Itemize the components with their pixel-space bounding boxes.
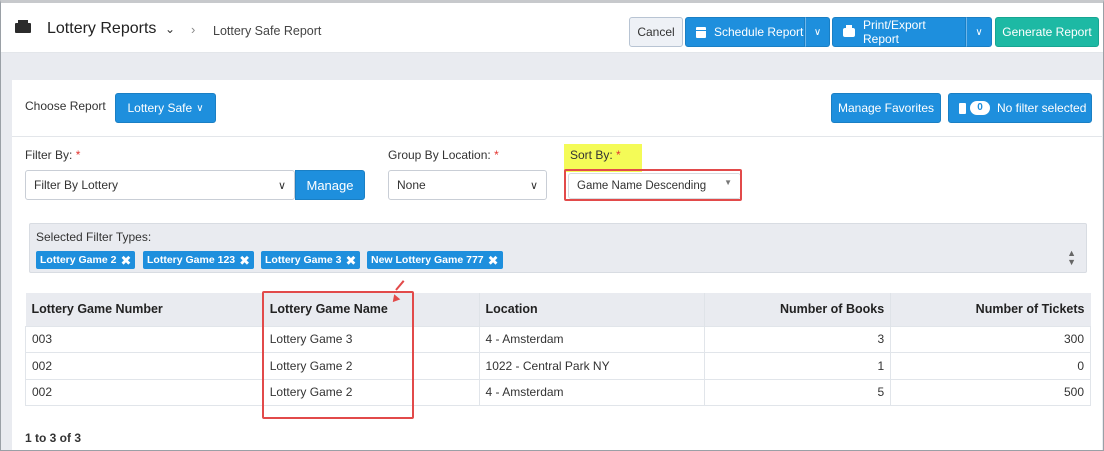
- filter-by-value: Filter By Lottery: [34, 178, 119, 192]
- manage-favorites-button[interactable]: Manage Favorites: [831, 93, 941, 123]
- table-row[interactable]: 002 Lottery Game 2 1022 - Central Park N…: [25, 352, 1091, 380]
- table-cell: 4 - Amsterdam: [478, 378, 706, 406]
- filter-chip: Lottery Game 2 ✖: [36, 251, 136, 269]
- table-cell: Lottery Game 3: [262, 325, 480, 353]
- table-cell: 1022 - Central Park NY: [478, 352, 706, 380]
- breadcrumb-separator-icon: ›: [191, 22, 196, 37]
- filter-chip: Lottery Game 3 ✖: [261, 251, 361, 269]
- app-frame: Lottery Reports ⌄ › Lottery Safe Report …: [0, 0, 1104, 451]
- filter-status-button[interactable]: 0 No filter selected: [948, 93, 1092, 123]
- caret-down-icon: ▼: [724, 178, 732, 187]
- table-cell: 3: [704, 325, 892, 353]
- printer-icon: [843, 24, 855, 37]
- filter-count-badge: 0: [970, 101, 990, 115]
- chevron-down-icon: ∨: [277, 180, 286, 192]
- selected-filters-title: Selected Filter Types:: [36, 230, 152, 244]
- column-header[interactable]: Lottery Game Name: [263, 293, 480, 326]
- schedule-report-dropdown[interactable]: ∨: [805, 17, 830, 47]
- choose-report-value: Lottery Safe: [127, 101, 193, 115]
- filter-by-label: Filter By: *: [25, 148, 80, 162]
- table-cell: 5: [704, 378, 892, 406]
- schedule-report-label: Schedule Report: [714, 25, 804, 39]
- filter-chip-label: New Lottery Game 777: [371, 254, 484, 266]
- table-cell: 1: [704, 352, 892, 380]
- column-header[interactable]: Number of Books: [704, 293, 892, 326]
- schedule-report-button[interactable]: Schedule Report: [685, 17, 805, 47]
- choose-report-label: Choose Report: [25, 99, 106, 113]
- scroll-arrows-icon[interactable]: ▲ ▼: [1067, 249, 1076, 267]
- filter-chip: Lottery Game 123 ✖: [143, 251, 255, 269]
- print-export-dropdown[interactable]: ∨: [966, 17, 992, 47]
- sort-by-select[interactable]: Game Name Descending ▼: [568, 173, 741, 199]
- group-by-label-text: Group By Location:: [388, 148, 491, 162]
- sort-by-label: Sort By: *: [564, 144, 642, 172]
- table-cell: 002: [25, 378, 264, 406]
- column-header[interactable]: Location: [479, 293, 706, 326]
- sort-by-value: Game Name Descending: [577, 180, 707, 192]
- table-cell: 300: [890, 325, 1091, 353]
- filter-chip-label: Lottery Game 3: [265, 254, 342, 266]
- table-cell: Lottery Game 2: [262, 352, 480, 380]
- table-cell: 4 - Amsterdam: [478, 325, 706, 353]
- table-cell: 0: [890, 352, 1091, 380]
- remove-icon[interactable]: ✖: [488, 254, 499, 267]
- paging-summary: 1 to 3 of 3: [25, 431, 82, 445]
- generate-report-button[interactable]: Generate Report: [995, 17, 1099, 47]
- filter-chip: New Lottery Game 777 ✖: [367, 251, 503, 269]
- cancel-button[interactable]: Cancel: [629, 17, 683, 47]
- print-export-label: Print/Export Report: [863, 18, 926, 46]
- ticket-icon: [15, 20, 31, 33]
- chevron-down-icon[interactable]: ⌄: [165, 22, 175, 36]
- column-header[interactable]: Number of Tickets: [890, 293, 1091, 326]
- table-cell: Lottery Game 2: [262, 378, 480, 406]
- divider: [12, 136, 1102, 137]
- breadcrumb: Lottery Safe Report: [213, 24, 322, 38]
- required-mark: *: [494, 148, 499, 162]
- chevron-down-icon: ∨: [813, 26, 822, 38]
- manage-button[interactable]: Manage: [295, 170, 365, 200]
- sort-by-label-text: Sort By:: [570, 148, 613, 162]
- remove-icon[interactable]: ✖: [120, 254, 131, 267]
- filter-by-select[interactable]: Filter By Lottery ∨: [25, 170, 295, 200]
- choose-report-dropdown[interactable]: Lottery Safe ∨: [115, 93, 216, 123]
- app-title: Lottery Reports: [47, 20, 157, 37]
- group-by-value: None: [397, 178, 426, 192]
- chevron-down-icon: ∨: [529, 180, 538, 192]
- filter-chip-label: Lottery Game 2: [40, 254, 117, 266]
- table-cell: 002: [25, 352, 264, 380]
- required-mark: *: [75, 148, 81, 162]
- calendar-icon: [696, 26, 706, 38]
- book-icon: [959, 102, 966, 114]
- table-row[interactable]: 002 Lottery Game 2 4 - Amsterdam 5 500: [25, 378, 1091, 406]
- table-cell: 003: [25, 325, 264, 353]
- remove-icon[interactable]: ✖: [239, 254, 250, 267]
- group-by-label: Group By Location: *: [388, 148, 499, 162]
- no-filter-label: No filter selected: [997, 101, 1087, 115]
- selected-filters-panel: Selected Filter Types: Lottery Game 2 ✖ …: [29, 223, 1087, 273]
- chevron-down-icon: ∨: [196, 102, 204, 114]
- chevron-down-icon: ∨: [975, 26, 983, 38]
- filter-chip-label: Lottery Game 123: [147, 254, 236, 266]
- column-header[interactable]: Lottery Game Number: [25, 293, 264, 326]
- table-row[interactable]: 003 Lottery Game 3 4 - Amsterdam 3 300: [25, 325, 1091, 353]
- required-mark: *: [616, 148, 621, 162]
- report-table: Lottery Game Number Lottery Game Name Lo…: [25, 293, 1091, 406]
- group-by-select[interactable]: None ∨: [388, 170, 547, 200]
- print-export-button[interactable]: Print/Export Report: [832, 17, 966, 47]
- filter-by-label-text: Filter By:: [25, 148, 73, 162]
- top-bar: Lottery Reports ⌄ › Lottery Safe Report …: [1, 3, 1103, 53]
- table-cell: 500: [890, 378, 1091, 406]
- remove-icon[interactable]: ✖: [345, 254, 356, 267]
- table-header-row: Lottery Game Number Lottery Game Name Lo…: [25, 293, 1091, 326]
